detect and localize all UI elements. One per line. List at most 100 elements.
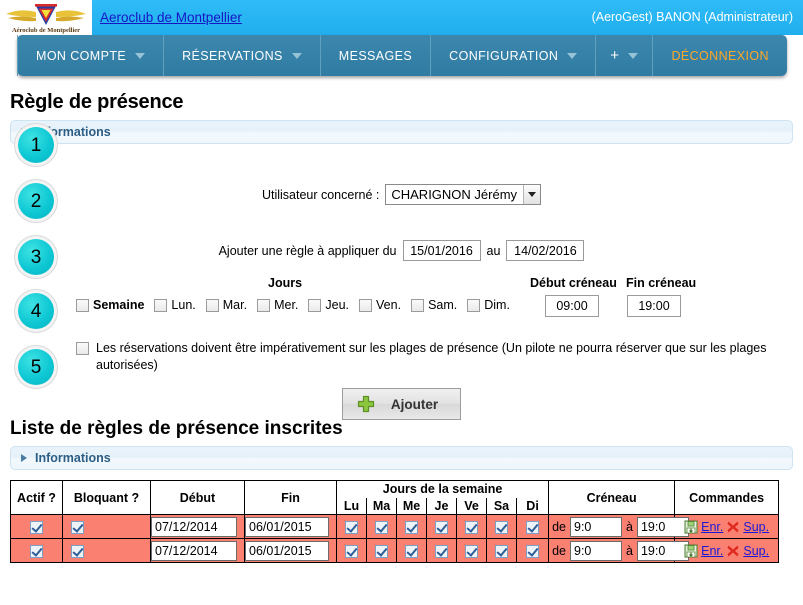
row-start-time-input[interactable] bbox=[570, 540, 622, 561]
nav-item-configuration[interactable]: CONFIGURATION bbox=[431, 35, 597, 76]
row-start-time-input[interactable] bbox=[570, 516, 622, 537]
informations-panel-list[interactable]: Informations bbox=[10, 446, 793, 470]
checkbox-icon[interactable] bbox=[76, 342, 89, 355]
nav-item-messages[interactable]: MESSAGES bbox=[321, 35, 432, 76]
checkbox-checked-icon[interactable] bbox=[495, 544, 508, 558]
checkbox-checked-icon[interactable] bbox=[526, 520, 540, 534]
checkbox-icon[interactable] bbox=[308, 298, 322, 312]
day-checkbox-mar[interactable]: Mar. bbox=[205, 298, 247, 312]
row-end-time-input[interactable] bbox=[636, 540, 689, 561]
delete-link[interactable]: Sup. bbox=[743, 520, 769, 534]
row-debut-input[interactable] bbox=[151, 540, 237, 561]
save-icon[interactable] bbox=[684, 544, 698, 558]
cell-bloquant[interactable] bbox=[62, 514, 151, 539]
checkbox-icon[interactable] bbox=[154, 298, 168, 312]
checkbox-icon[interactable] bbox=[257, 298, 271, 312]
day-checkbox-semaine[interactable]: Semaine bbox=[76, 298, 144, 312]
col-header-jours: Jours de la semaine bbox=[335, 480, 550, 498]
start-time-input[interactable] bbox=[545, 295, 599, 317]
checkbox-icon[interactable] bbox=[205, 298, 219, 312]
user-select[interactable]: CHARIGNON Jérémy bbox=[385, 184, 542, 205]
cell-day-lu[interactable] bbox=[336, 538, 367, 563]
checkbox-checked-icon[interactable] bbox=[345, 520, 358, 534]
cell-day-sa[interactable] bbox=[486, 538, 517, 563]
nav-item-reservations[interactable]: RÉSERVATIONS bbox=[164, 35, 321, 76]
top-bar: Aéroclub de Montpellier Aeroclub de Mont… bbox=[0, 0, 803, 35]
nav-item-logout[interactable]: DÉCONNEXION bbox=[653, 35, 803, 76]
cell-day-je[interactable] bbox=[426, 514, 457, 539]
day-label-lun: Lun. bbox=[171, 298, 196, 312]
day-checkbox-mer[interactable]: Mer. bbox=[257, 298, 298, 312]
checkbox-checked-icon[interactable] bbox=[526, 544, 540, 558]
checkbox-checked-icon[interactable] bbox=[30, 520, 43, 534]
cell-creneau[interactable]: de à bbox=[548, 538, 689, 563]
checkbox-checked-icon[interactable] bbox=[435, 520, 448, 534]
cell-actif[interactable] bbox=[10, 514, 63, 539]
cell-day-ve[interactable] bbox=[456, 514, 487, 539]
day-checkbox-dim[interactable]: Dim. bbox=[467, 298, 510, 312]
nav-label-messages: MESSAGES bbox=[338, 48, 413, 63]
add-button[interactable]: Ajouter bbox=[341, 388, 462, 420]
cell-fin[interactable] bbox=[244, 514, 337, 539]
delete-x-icon[interactable] bbox=[726, 520, 740, 534]
delete-x-icon[interactable] bbox=[726, 544, 740, 558]
checkbox-icon[interactable] bbox=[411, 298, 425, 312]
checkbox-icon[interactable] bbox=[359, 298, 373, 312]
nav-item-plus[interactable]: + bbox=[596, 35, 654, 76]
cell-day-me[interactable] bbox=[396, 514, 427, 539]
end-time-input[interactable] bbox=[627, 295, 681, 317]
checkbox-checked-icon[interactable] bbox=[465, 520, 478, 534]
delete-link[interactable]: Sup. bbox=[743, 544, 769, 558]
nav-bar-wrapper: MON COMPTE RÉSERVATIONS MESSAGES CONFIGU… bbox=[0, 35, 803, 81]
expand-triangle-icon bbox=[21, 454, 27, 462]
checkbox-checked-icon[interactable] bbox=[405, 520, 418, 534]
date-to-input[interactable] bbox=[506, 240, 585, 261]
checkbox-checked-icon[interactable] bbox=[495, 520, 508, 534]
cell-debut[interactable] bbox=[150, 538, 245, 563]
row-fin-input[interactable] bbox=[245, 516, 329, 537]
checkbox-checked-icon[interactable] bbox=[345, 544, 358, 558]
site-title-link[interactable]: Aeroclub de Montpellier bbox=[100, 10, 242, 25]
main-navigation: MON COMPTE RÉSERVATIONS MESSAGES CONFIGU… bbox=[17, 35, 787, 76]
day-checkbox-ven[interactable]: Ven. bbox=[359, 298, 401, 312]
cell-day-sa[interactable] bbox=[486, 514, 517, 539]
checkbox-checked-icon[interactable] bbox=[465, 544, 478, 558]
nav-item-mon-compte[interactable]: MON COMPTE bbox=[17, 35, 165, 76]
checkbox-checked-icon[interactable] bbox=[405, 544, 418, 558]
cell-day-ve[interactable] bbox=[456, 538, 487, 563]
cell-day-di[interactable] bbox=[515, 538, 550, 563]
cell-day-me[interactable] bbox=[396, 538, 427, 563]
checkbox-checked-icon[interactable] bbox=[71, 520, 84, 534]
cell-day-di[interactable] bbox=[515, 514, 550, 539]
col-header-day-me: Me bbox=[396, 497, 427, 515]
checkbox-checked-icon[interactable] bbox=[435, 544, 448, 558]
checkbox-icon[interactable] bbox=[76, 298, 89, 312]
cell-bloquant[interactable] bbox=[62, 538, 151, 563]
cell-fin[interactable] bbox=[244, 538, 337, 563]
obligatory-row[interactable]: Les réservations doivent être impérative… bbox=[76, 340, 775, 374]
save-link[interactable]: Enr. bbox=[701, 544, 723, 558]
day-checkbox-sam[interactable]: Sam. bbox=[411, 298, 457, 312]
row-end-time-input[interactable] bbox=[636, 516, 689, 537]
save-icon[interactable] bbox=[684, 520, 698, 534]
chevron-down-icon[interactable] bbox=[523, 185, 541, 204]
checkbox-checked-icon[interactable] bbox=[375, 544, 388, 558]
cell-creneau[interactable]: de à bbox=[548, 514, 689, 539]
cell-day-lu[interactable] bbox=[336, 514, 367, 539]
checkbox-icon[interactable] bbox=[467, 298, 481, 312]
save-link[interactable]: Enr. bbox=[701, 520, 723, 534]
cell-day-ma[interactable] bbox=[366, 514, 397, 539]
checkbox-checked-icon[interactable] bbox=[30, 544, 43, 558]
cell-day-je[interactable] bbox=[426, 538, 457, 563]
informations-panel-top[interactable]: Informations bbox=[10, 120, 793, 144]
date-from-input[interactable] bbox=[402, 240, 481, 261]
checkbox-checked-icon[interactable] bbox=[71, 544, 84, 558]
row-debut-input[interactable] bbox=[151, 516, 237, 537]
cell-day-ma[interactable] bbox=[366, 538, 397, 563]
cell-actif[interactable] bbox=[10, 538, 63, 563]
checkbox-checked-icon[interactable] bbox=[375, 520, 388, 534]
day-checkbox-lun[interactable]: Lun. bbox=[154, 298, 196, 312]
cell-debut[interactable] bbox=[150, 514, 245, 539]
row-fin-input[interactable] bbox=[245, 540, 329, 561]
day-checkbox-jeu[interactable]: Jeu. bbox=[308, 298, 349, 312]
